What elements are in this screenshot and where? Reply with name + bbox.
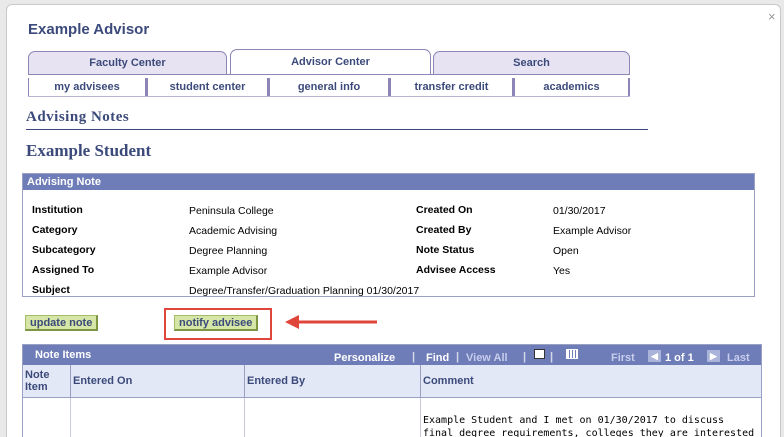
view-all-link[interactable]: View All: [466, 352, 508, 364]
tab-search[interactable]: Search: [433, 51, 630, 74]
tabs-divider: [28, 74, 630, 75]
page-title: Advising Notes: [26, 109, 130, 125]
note-items-header: Note Items Personalize | Find | View All…: [23, 345, 761, 365]
column-header-comment: Comment: [421, 365, 761, 398]
title-rule: [26, 129, 648, 130]
created-on-value: 01/30/2017: [553, 205, 606, 217]
subtab-general-info[interactable]: general info: [269, 78, 390, 97]
subtab-student-center[interactable]: student center: [147, 78, 269, 97]
separator: |: [456, 351, 460, 363]
advising-note-panel: Advising Note Institution Peninsula Coll…: [22, 173, 755, 297]
cell-comment: Example Student and I met on 01/30/2017 …: [423, 414, 761, 437]
cell-entered-by: [245, 398, 421, 437]
assigned-to-label: Assigned To: [32, 264, 95, 276]
separator: |: [550, 351, 554, 363]
highlight-box: [164, 308, 272, 340]
row-range: 1 of 1: [665, 352, 694, 364]
tab-faculty-center[interactable]: Faculty Center: [28, 51, 227, 74]
comment-line: Example Student and I met on 01/30/2017 …: [423, 415, 725, 426]
advisor-name: Example Advisor: [28, 21, 150, 38]
subtab-my-advisees[interactable]: my advisees: [28, 78, 147, 97]
column-header-entered-by: Entered By: [245, 365, 421, 398]
created-by-value: Example Advisor: [553, 225, 632, 237]
separator: |: [523, 351, 527, 363]
separator: |: [412, 351, 416, 363]
next-icon[interactable]: ▶: [707, 350, 720, 362]
advising-note-header: Advising Note: [23, 174, 754, 190]
annotation-arrow: [285, 315, 377, 329]
tab-advisor-center[interactable]: Advisor Center: [230, 49, 431, 75]
subtab-transfer-credit[interactable]: transfer credit: [390, 78, 514, 97]
last-link[interactable]: Last: [727, 352, 750, 364]
column-header-note-item: Note Item: [23, 365, 71, 398]
cell-note-item: [23, 398, 71, 437]
personalize-link[interactable]: Personalize: [334, 352, 395, 364]
update-note-button[interactable]: update note: [25, 315, 99, 331]
subcategory-label: Subcategory: [32, 244, 96, 256]
note-items-title: Note Items: [35, 349, 92, 361]
created-on-label: Created On: [416, 204, 473, 216]
student-name: Example Student: [26, 141, 152, 160]
institution-label: Institution: [32, 204, 83, 216]
subtab-academics[interactable]: academics: [514, 78, 630, 97]
app-window: Example Advisor × Faculty Center Advisor…: [6, 4, 781, 437]
first-link[interactable]: First: [611, 352, 635, 364]
previous-icon[interactable]: ◀: [648, 350, 661, 362]
category-label: Category: [32, 224, 78, 236]
assigned-to-value: Example Advisor: [189, 265, 268, 277]
subcategory-value: Degree Planning: [189, 245, 268, 257]
column-header-entered-on: Entered On: [71, 365, 245, 398]
note-status-label: Note Status: [416, 244, 475, 256]
category-value: Academic Advising: [189, 225, 278, 237]
comment-line: final degree requirements, colleges they…: [423, 428, 755, 437]
subject-value: Degree/Transfer/Graduation Planning 01/3…: [189, 285, 420, 297]
note-status-value: Open: [553, 245, 579, 257]
created-by-label: Created By: [416, 224, 472, 236]
close-icon[interactable]: ×: [768, 9, 776, 24]
subtabs-divider: [28, 96, 630, 97]
note-items-grid: Note Items Personalize | Find | View All…: [22, 344, 762, 437]
subject-label: Subject: [32, 284, 70, 296]
download-grid-icon[interactable]: [566, 349, 578, 359]
advisee-access-value: Yes: [553, 265, 571, 277]
institution-value: Peninsula College: [189, 205, 274, 217]
find-link[interactable]: Find: [426, 352, 449, 364]
cell-entered-on: [71, 398, 245, 437]
advisee-access-label: Advisee Access: [416, 264, 496, 276]
zoom-icon[interactable]: [534, 349, 545, 359]
arrow-head: [285, 315, 299, 329]
